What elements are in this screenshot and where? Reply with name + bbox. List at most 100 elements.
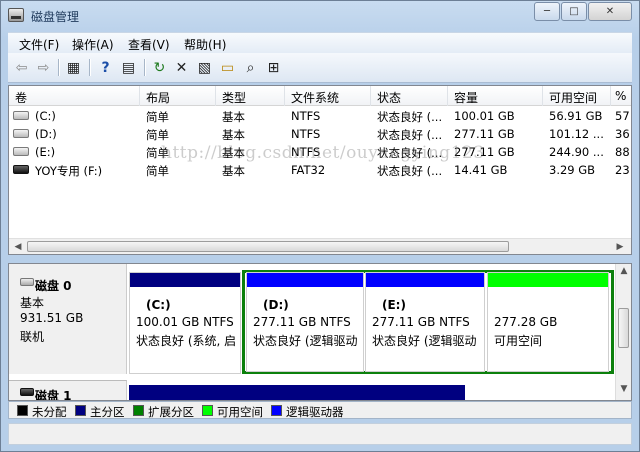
legend-extended-partition: 扩展分区	[148, 405, 194, 419]
column-filesystem[interactable]: 文件系统	[291, 89, 339, 106]
forward-icon[interactable]: ⇨	[34, 58, 53, 77]
column-divider[interactable]	[447, 86, 448, 106]
column-divider[interactable]	[610, 86, 611, 106]
horizontal-scrollbar[interactable]: ◀ ▶	[9, 238, 631, 254]
primary-partition-swatch	[75, 405, 86, 416]
drive-icon	[13, 147, 29, 156]
window-title: 磁盘管理	[31, 10, 80, 24]
free-space-label: 可用空间	[494, 334, 543, 348]
volume-type: 基本	[222, 128, 245, 142]
menu-bar: 文件(F) 操作(A) 查看(V) 帮助(H)	[8, 32, 632, 53]
volume-list: 卷 布局 类型 文件系统 状态 容量 可用空间 % (C:) 简单 基本 NTF…	[8, 85, 632, 255]
scroll-right-icon[interactable]: ▶	[613, 241, 627, 253]
column-volume[interactable]: 卷	[15, 89, 27, 106]
disk-management-window: 磁盘管理 ─ □ ✕ 文件(F) 操作(A) 查看(V) 帮助(H) ⇦ ⇨ ▦…	[0, 0, 640, 452]
back-icon[interactable]: ⇦	[12, 58, 31, 77]
close-button[interactable]: ✕	[588, 2, 632, 21]
show-hide-icon[interactable]: ▤	[119, 58, 138, 77]
volume-percent-free: 57	[615, 109, 630, 123]
volume-name: (C:)	[35, 109, 56, 123]
disk-1-partition-bar[interactable]	[129, 385, 465, 400]
partition-status: 状态良好 (逻辑驱动	[253, 334, 358, 348]
console-tree-icon[interactable]: ▦	[64, 58, 83, 77]
partition-c[interactable]: (C:) 100.01 GB NTFS 状态良好 (系统, 启	[129, 272, 241, 374]
partition-size: 277.11 GB NTFS	[253, 315, 351, 329]
column-status[interactable]: 状态	[377, 89, 401, 106]
status-bar	[8, 423, 632, 445]
rescan-icon[interactable]: ⊞	[264, 58, 283, 77]
scroll-left-icon[interactable]: ◀	[11, 241, 25, 253]
disk-1-info[interactable]: 磁盘 1	[9, 380, 127, 401]
legend-primary-partition: 主分区	[90, 405, 125, 419]
find-icon[interactable]: ⌕	[241, 58, 260, 77]
toolbar: ⇦ ⇨ ▦ ? ▤ ↻ ✕ ▧ ▭ ⌕ ⊞	[8, 53, 632, 83]
column-free-space[interactable]: 可用空间	[549, 89, 597, 106]
toolbar-separator	[89, 59, 90, 76]
free-space-bar	[488, 273, 608, 287]
column-divider[interactable]	[215, 86, 216, 106]
volume-free-space: 101.12 ...	[549, 127, 604, 141]
properties-icon[interactable]: ▧	[195, 58, 214, 77]
refresh-icon[interactable]: ↻	[150, 58, 169, 77]
disk-1-name: 磁盘 1	[35, 389, 72, 401]
logical-drive-bar	[247, 273, 363, 287]
column-capacity[interactable]: 容量	[454, 89, 478, 106]
disk-0-info[interactable]: 磁盘 0 基本 931.51 GB 联机	[9, 264, 127, 374]
scrollbar-thumb[interactable]	[27, 241, 509, 252]
column-header-row: 卷 布局 类型 文件系统 状态 容量 可用空间 %	[9, 86, 631, 106]
minimize-button[interactable]: ─	[534, 2, 560, 21]
help-icon[interactable]: ?	[96, 58, 115, 77]
volume-row[interactable]: (C:) 简单 基本 NTFS 状态良好 (... 100.01 GB 56.9…	[9, 107, 631, 125]
free-space-size: 277.28 GB	[494, 315, 558, 329]
disk-management-icon	[8, 8, 24, 22]
volume-filesystem: NTFS	[291, 109, 321, 123]
scroll-down-icon[interactable]: ▼	[617, 384, 631, 396]
partition-size: 100.01 GB NTFS	[136, 315, 234, 329]
column-divider[interactable]	[370, 86, 371, 106]
legend-logical-drive: 逻辑驱动器	[286, 405, 344, 419]
volume-row[interactable]: YOY专用 (F:) 简单 基本 FAT32 状态良好 (... 14.41 G…	[9, 161, 631, 179]
volume-row[interactable]: (D:) 简单 基本 NTFS 状态良好 (... 277.11 GB 101.…	[9, 125, 631, 143]
scroll-up-icon[interactable]: ▲	[617, 266, 631, 278]
vertical-scrollbar[interactable]: ▲ ▼	[615, 264, 631, 400]
volume-free-space: 244.90 ...	[549, 145, 604, 159]
removable-disk-icon	[20, 388, 34, 396]
logical-drive-bar	[366, 273, 484, 287]
column-divider[interactable]	[284, 86, 285, 106]
hard-disk-icon	[20, 278, 34, 286]
column-layout[interactable]: 布局	[146, 89, 170, 106]
extended-partition-swatch	[133, 405, 144, 416]
open-icon[interactable]: ▭	[218, 58, 237, 77]
volume-filesystem: NTFS	[291, 127, 321, 141]
partition-status: 状态良好 (逻辑驱动	[372, 334, 477, 348]
column-divider[interactable]	[139, 86, 140, 106]
menu-view[interactable]: 查看(V)	[128, 36, 170, 53]
maximize-button[interactable]: □	[561, 2, 587, 21]
toolbar-separator	[144, 59, 145, 76]
title-bar[interactable]: 磁盘管理 ─ □ ✕	[1, 1, 639, 31]
column-divider[interactable]	[542, 86, 543, 106]
partition-d[interactable]: (D:) 277.11 GB NTFS 状态良好 (逻辑驱动	[246, 272, 364, 372]
volume-capacity: 277.11 GB	[454, 127, 515, 141]
free-space-region[interactable]: 277.28 GB 可用空间	[487, 272, 609, 372]
column-type[interactable]: 类型	[222, 89, 246, 106]
column-percent-free[interactable]: %	[615, 89, 626, 103]
delete-icon[interactable]: ✕	[172, 58, 191, 77]
scrollbar-thumb[interactable]	[618, 308, 629, 348]
disk-0-state: 联机	[20, 330, 45, 344]
drive-icon	[13, 129, 29, 138]
volume-capacity: 100.01 GB	[454, 109, 515, 123]
legend-free-space: 可用空间	[217, 405, 263, 419]
disk-0-type: 基本	[20, 296, 45, 310]
volume-status: 状态良好 (...	[377, 128, 443, 142]
removable-drive-icon	[13, 165, 29, 174]
toolbar-separator	[58, 59, 59, 76]
volume-layout: 简单	[146, 128, 169, 142]
disk-0-name: 磁盘 0	[35, 279, 72, 293]
menu-action[interactable]: 操作(A)	[72, 36, 114, 53]
menu-help[interactable]: 帮助(H)	[184, 36, 226, 53]
menu-file[interactable]: 文件(F)	[19, 36, 59, 53]
volume-status: 状态良好 (...	[377, 110, 443, 124]
partition-e[interactable]: (E:) 277.11 GB NTFS 状态良好 (逻辑驱动	[365, 272, 485, 372]
partition-status: 状态良好 (系统, 启	[136, 334, 236, 348]
